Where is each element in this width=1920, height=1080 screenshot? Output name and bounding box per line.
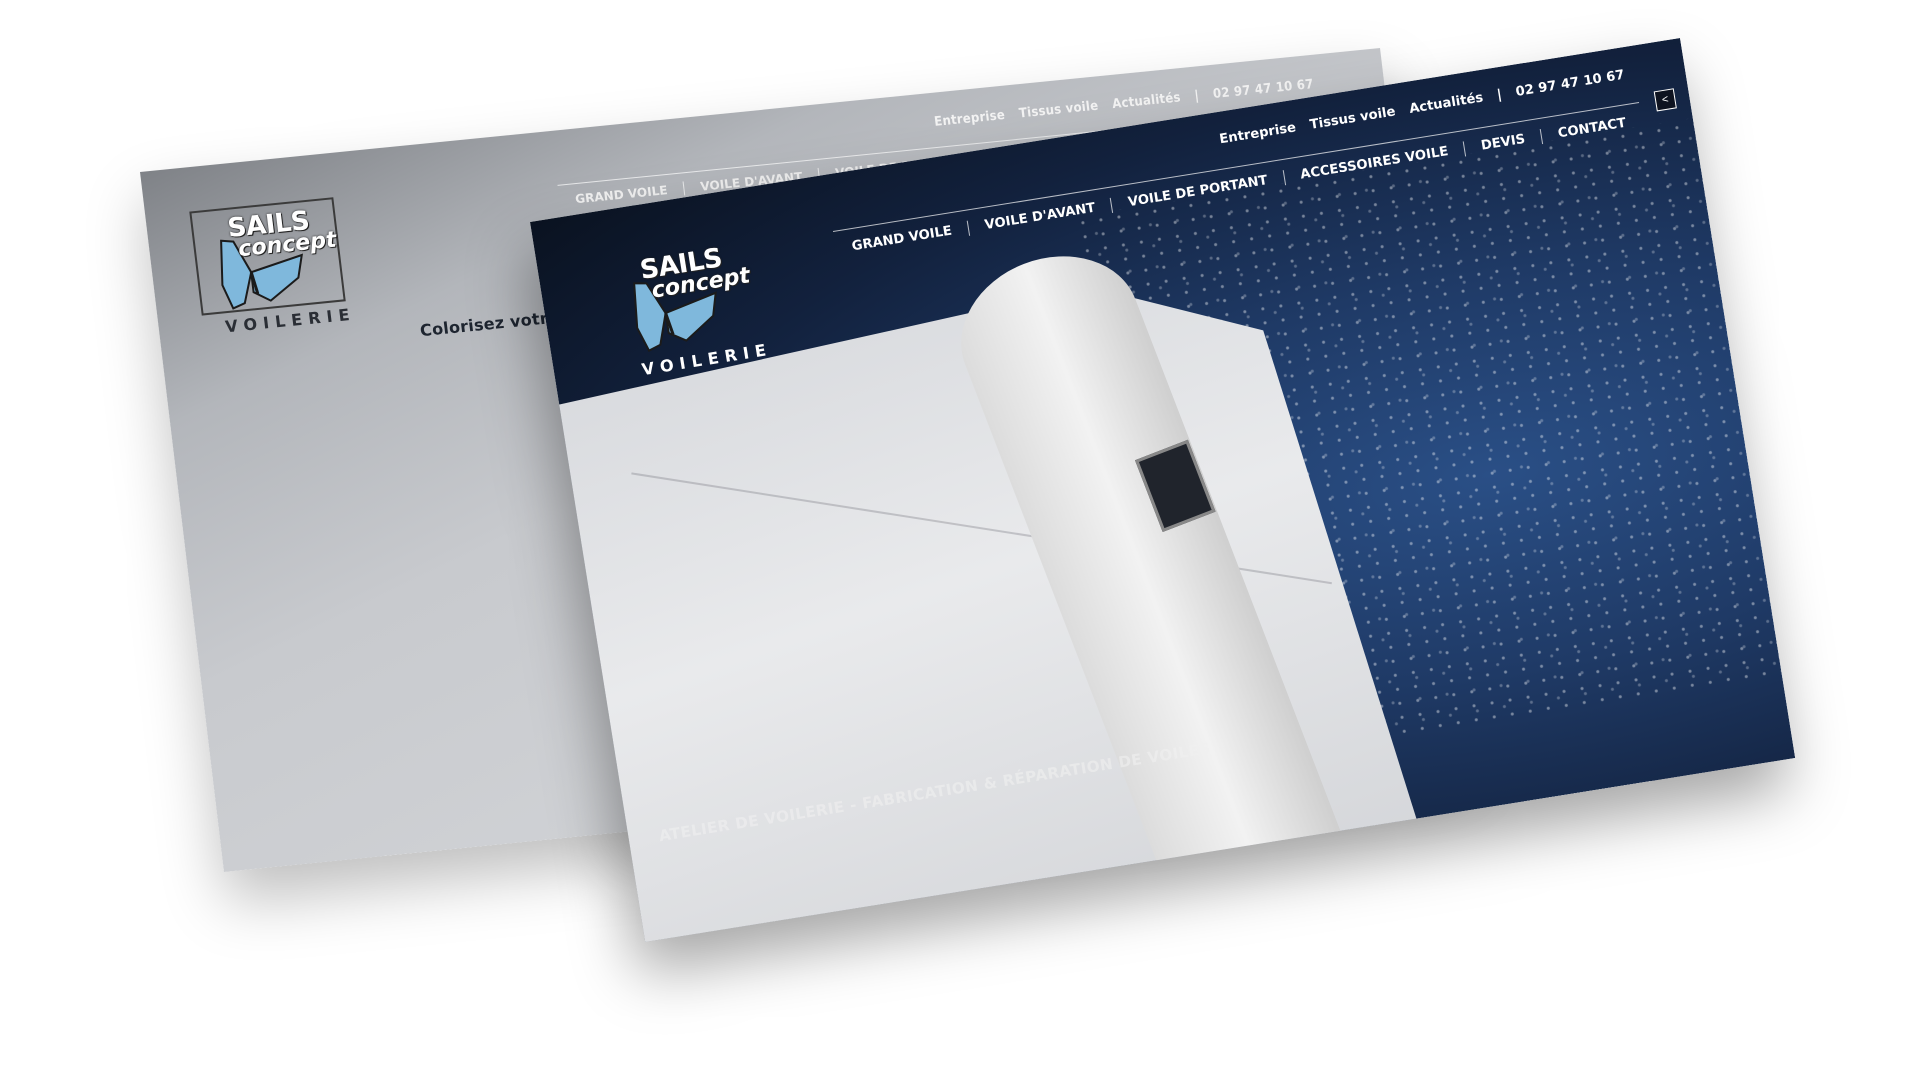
top-link-tissus-voile[interactable]: Tissus voile [1018,99,1099,122]
top-link-entreprise[interactable]: Entreprise [933,108,1005,130]
mockup-stage: Entreprise Tissus voile Actualités | 02 … [0,0,1920,1080]
share-icon[interactable]: < [1653,88,1677,112]
top-links-separator: | [1193,88,1200,104]
top-links-separator: | [1495,87,1504,103]
top-link-actualites[interactable]: Actualités [1111,90,1181,112]
sails-concept-logo[interactable]: SAILS concept VOILERIE [185,192,363,358]
sails-concept-logo[interactable]: SAILS concept VOILERIE [596,227,780,403]
